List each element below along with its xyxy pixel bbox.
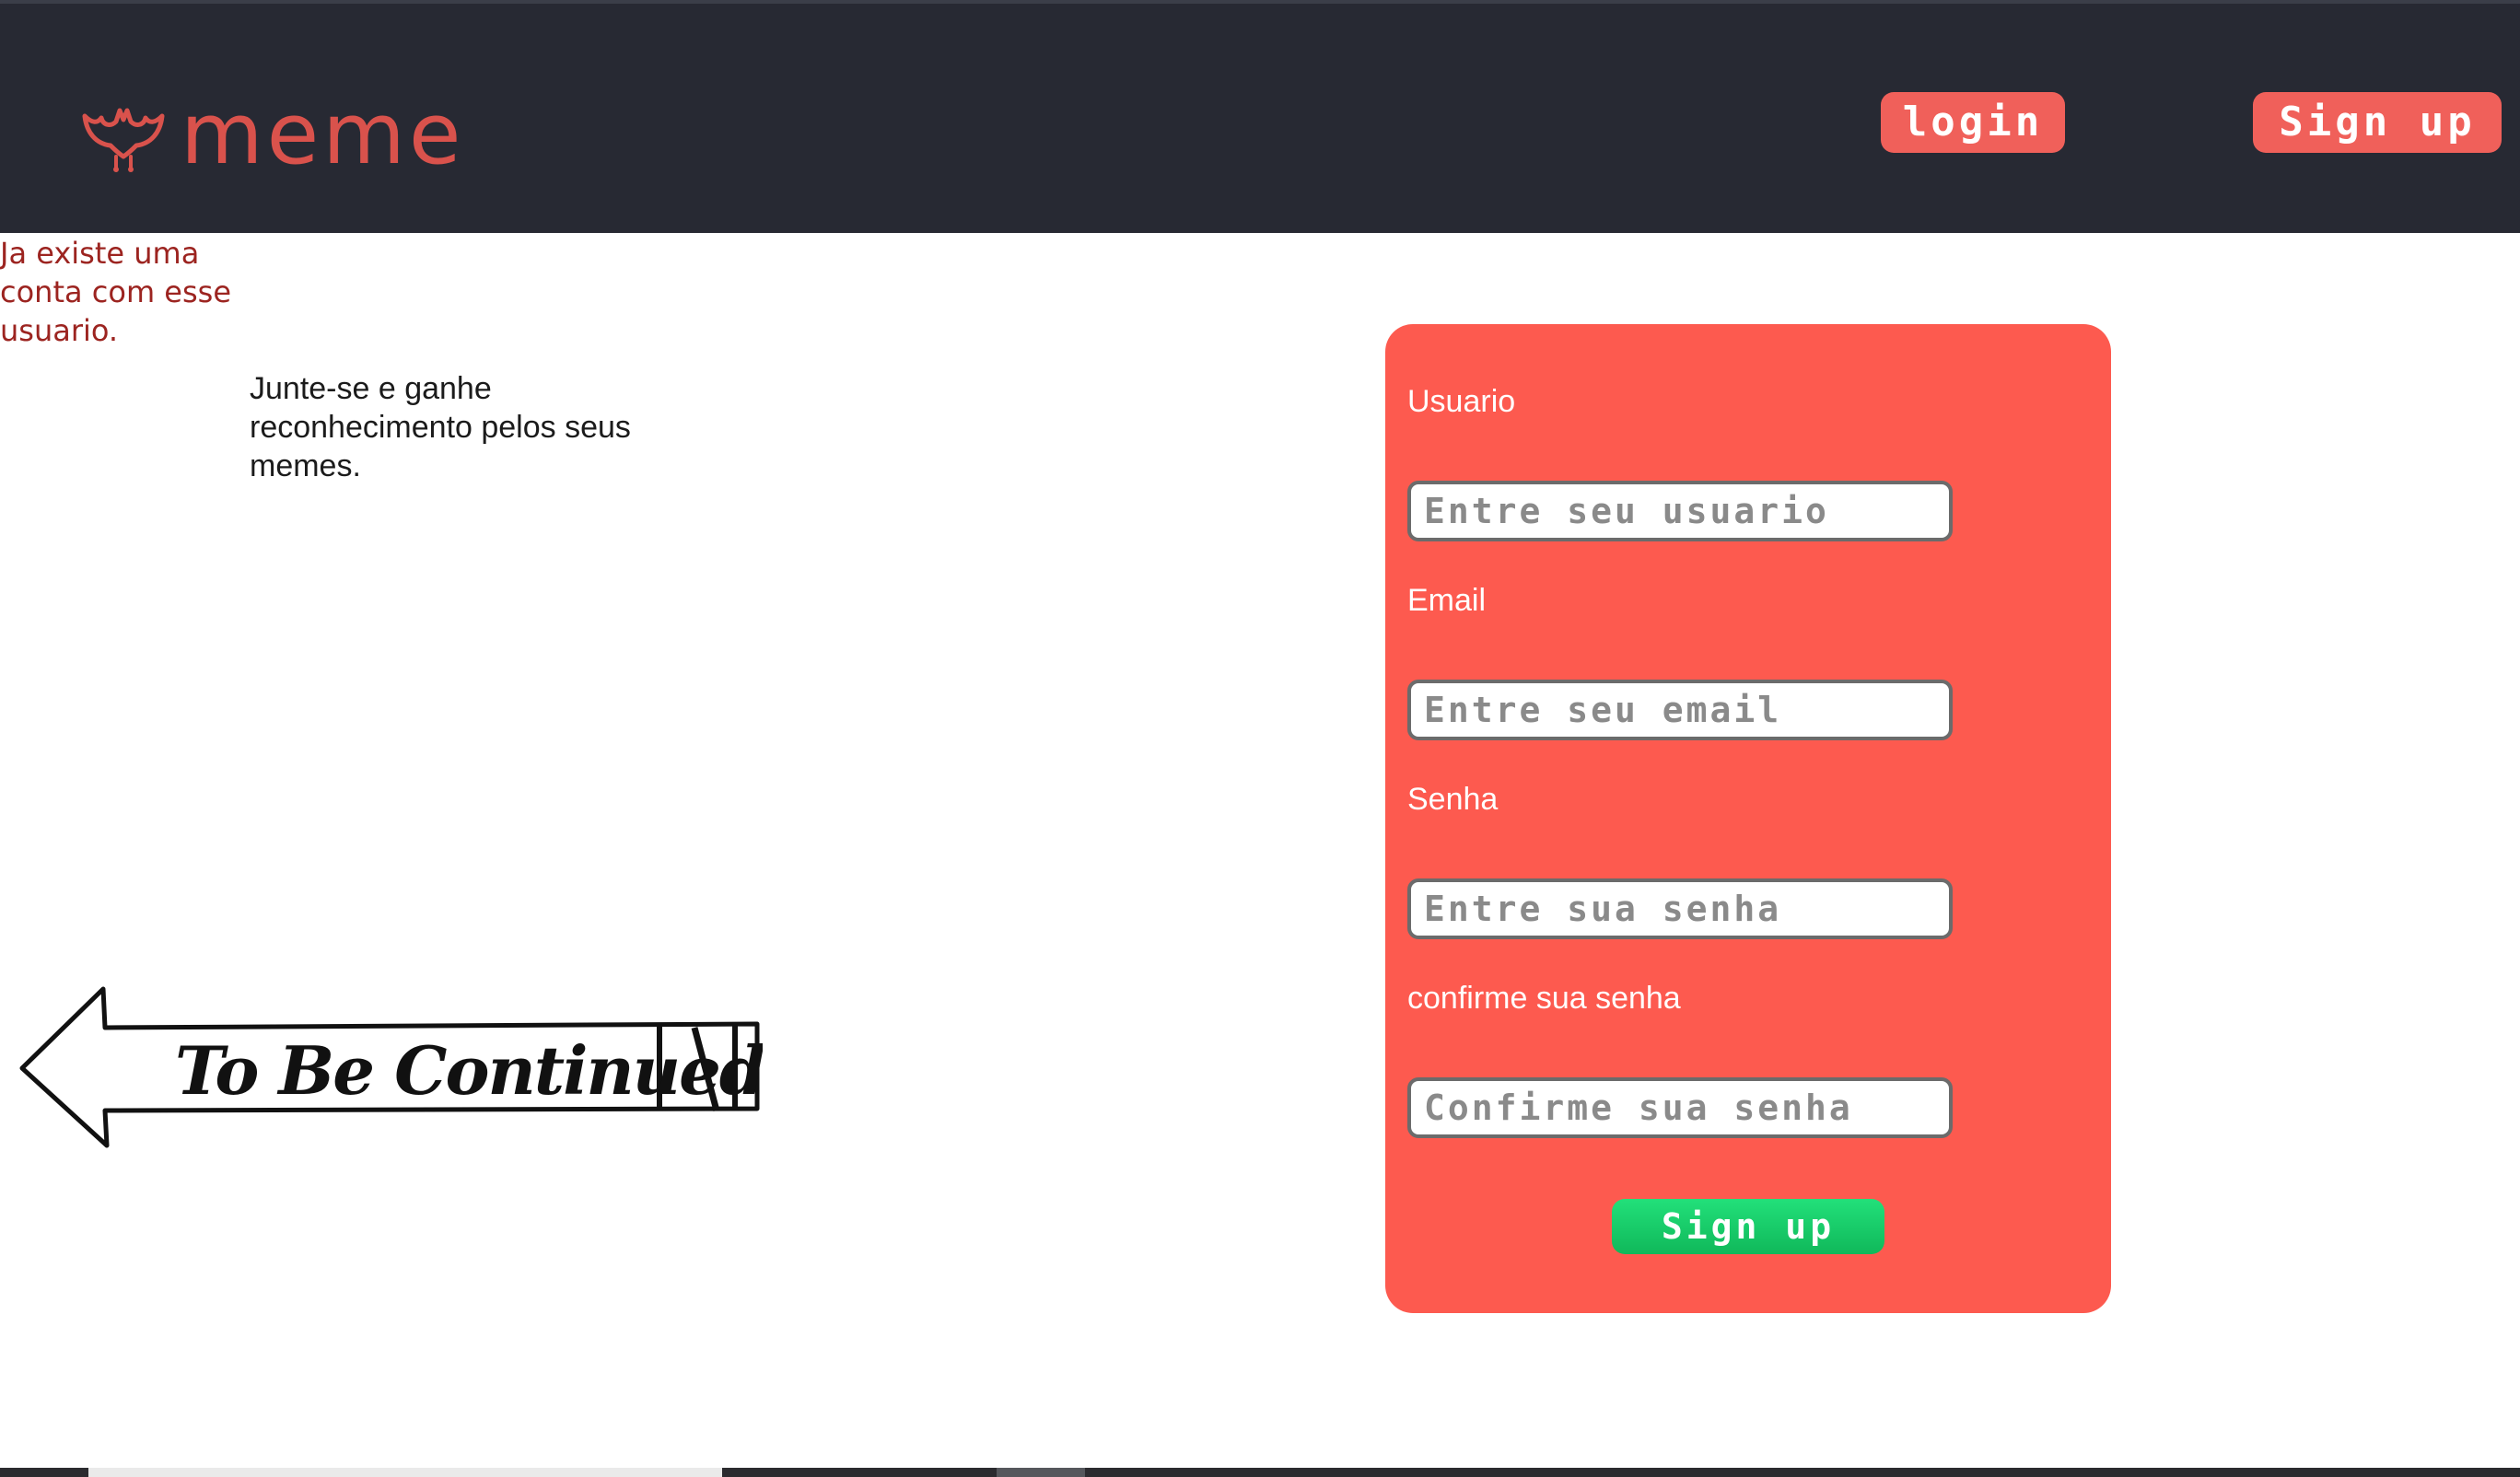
bat-icon bbox=[79, 96, 168, 173]
username-input[interactable] bbox=[1407, 481, 1953, 541]
signup-nav-button[interactable]: Sign up bbox=[2253, 92, 2502, 153]
confirm-password-label: confirme sua senha bbox=[1407, 981, 1681, 1016]
logo-text: meme bbox=[181, 85, 465, 183]
login-button[interactable]: login bbox=[1881, 92, 2065, 153]
horizontal-scrollbar-thumb[interactable] bbox=[88, 1468, 722, 1477]
tagline: Junte-se e ganhe reconhecimento pelos se… bbox=[250, 371, 631, 483]
password-label: Senha bbox=[1407, 782, 1499, 817]
username-label: Usuario bbox=[1407, 384, 1516, 419]
password-input[interactable] bbox=[1407, 878, 1953, 939]
arrow-left-icon: To Be Continued bbox=[19, 986, 766, 1148]
signup-form: Usuario Email Senha confirme sua senha S… bbox=[1385, 324, 2111, 1313]
to-be-continued-image: To Be Continued bbox=[18, 983, 766, 1153]
email-label: Email bbox=[1407, 583, 1487, 618]
email-input[interactable] bbox=[1407, 680, 1953, 740]
signup-submit-button[interactable]: Sign up bbox=[1612, 1199, 1884, 1254]
site-logo[interactable]: meme bbox=[79, 92, 464, 177]
scrollbar-marker bbox=[997, 1468, 1085, 1477]
confirm-password-input[interactable] bbox=[1407, 1077, 1953, 1138]
error-message: Ja existe uma conta com esse usuario. bbox=[0, 236, 232, 348]
top-navbar: meme login Sign up bbox=[0, 0, 2520, 233]
tbc-text: To Be Continued bbox=[175, 1031, 763, 1110]
